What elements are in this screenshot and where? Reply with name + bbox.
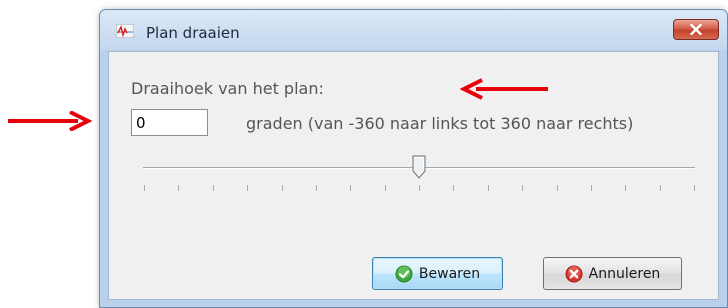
slider-tick xyxy=(178,185,179,191)
dialog-window: Plan draaien Draaihoek van het plan: gra… xyxy=(99,9,728,308)
slider-tick xyxy=(419,185,420,191)
cancel-button-label: Annuleren xyxy=(588,265,661,282)
annotation-arrow-right xyxy=(460,78,548,100)
save-button[interactable]: Bewaren xyxy=(372,257,503,290)
degrees-label: graden (van -360 naar links tot 360 naar… xyxy=(246,114,634,133)
app-icon xyxy=(116,24,134,38)
slider-tick xyxy=(625,185,626,191)
slider-tick xyxy=(350,185,351,191)
slider-thumb[interactable] xyxy=(412,155,426,179)
slider-ticks xyxy=(143,185,695,193)
slider-tick xyxy=(591,185,592,191)
slider-tick xyxy=(557,185,558,191)
rotation-angle-heading: Draaihoek van het plan: xyxy=(131,79,324,98)
slider-tick xyxy=(660,185,661,191)
angle-input[interactable] xyxy=(131,109,208,136)
slider-tick xyxy=(522,185,523,191)
title-bar[interactable]: Plan draaien xyxy=(100,10,727,50)
rotation-slider[interactable] xyxy=(143,151,695,201)
x-circle-icon xyxy=(565,265,583,282)
slider-tick xyxy=(144,185,145,191)
save-button-label: Bewaren xyxy=(418,265,481,282)
close-icon xyxy=(690,24,702,35)
dialog-title: Plan draaien xyxy=(146,24,240,42)
slider-tick xyxy=(488,185,489,191)
slider-tick xyxy=(316,185,317,191)
slider-tick xyxy=(213,185,214,191)
slider-tick xyxy=(453,185,454,191)
slider-tick xyxy=(694,185,695,191)
slider-tick xyxy=(247,185,248,191)
slider-tick xyxy=(282,185,283,191)
check-circle-icon xyxy=(395,265,413,282)
annotation-arrow-left xyxy=(8,111,93,131)
dialog-content: Draaihoek van het plan: graden (van -360… xyxy=(108,51,719,300)
slider-tick xyxy=(385,185,386,191)
cancel-button[interactable]: Annuleren xyxy=(543,257,682,290)
close-button[interactable] xyxy=(673,19,719,40)
